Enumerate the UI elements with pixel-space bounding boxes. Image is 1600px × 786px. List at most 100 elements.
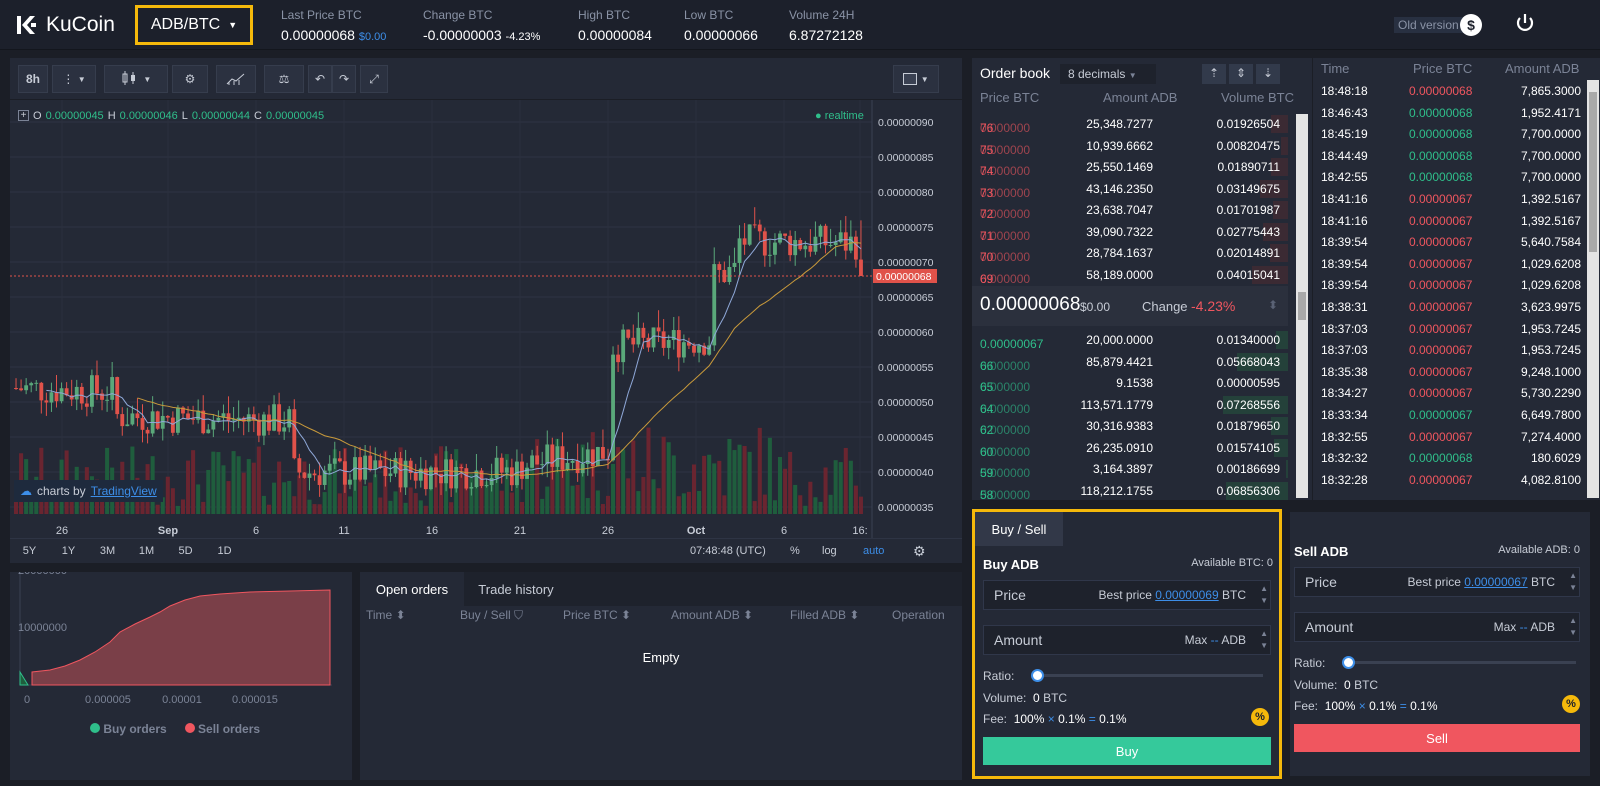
fee-discount-icon[interactable]: % [1251, 708, 1269, 726]
bid-row[interactable]: 0.000000 58 118,212.1755 0.06856306 [972, 480, 1288, 502]
trade-row: 18:38:31 0.00000067 3,623.9975 [1313, 296, 1585, 318]
trades-scrollbar[interactable] [1587, 80, 1599, 498]
screenshot-button[interactable]: ▼ [893, 65, 939, 93]
view-both-icon[interactable]: ⇕ [1229, 64, 1253, 84]
auto-toggle[interactable]: auto [863, 545, 884, 557]
ratio-slider[interactable] [1031, 669, 1263, 682]
trade-time: 18:39:54 [1321, 278, 1368, 293]
price-chart[interactable]: 0.00000090 0.00000085 0.00000080 0.00000075… [10, 100, 962, 563]
old-version-link[interactable]: Old version [1394, 17, 1463, 33]
order-amount: 30,316.9383 [1086, 419, 1153, 433]
redo-icon[interactable]: ↷ [332, 65, 356, 93]
buy-price-input[interactable]: Price Best price 0.00000069 BTC ▲ ▼ [983, 580, 1271, 610]
best-price-link[interactable]: 0.00000067 [1464, 575, 1527, 589]
bid-row[interactable]: 0.000000 62 30,316.9383 0.01879650 [972, 415, 1288, 437]
fee-row: Fee: 100% × 0.1% = 0.1% [1294, 699, 1438, 713]
stepper-icon[interactable]: ▲ ▼ [1260, 628, 1268, 652]
ask-row[interactable]: 0.000000 73 43,146.2350 0.03149675 [972, 178, 1288, 200]
buy-amount-input[interactable]: Amount Max -- ADB ▲ ▼ [983, 625, 1271, 655]
best-price-link[interactable]: 0.00000069 [1155, 588, 1218, 602]
ask-row[interactable]: 0.000000 71 39,090.7322 0.02775443 [972, 221, 1288, 243]
ask-row[interactable]: 0.000000 72 23,638.7047 0.01701987 [972, 199, 1288, 221]
buy-button[interactable]: Buy [983, 737, 1271, 765]
candle [444, 459, 449, 484]
col-amount[interactable]: Amount ADB [671, 608, 740, 622]
fee-discount-icon[interactable]: % [1562, 695, 1580, 713]
view-asks-icon[interactable]: ⇡ [1202, 64, 1226, 84]
bid-row[interactable]: 0.000000 66 85,879.4421 0.05668043 [972, 351, 1288, 373]
tab-open-orders[interactable]: Open orders [360, 572, 464, 606]
stepper-icon[interactable]: ▲ ▼ [1569, 615, 1577, 639]
range-1m[interactable]: 1M [127, 545, 166, 557]
price-tick: 0.00000060 [878, 327, 934, 339]
bid-row[interactable]: 0.00000067 20,000.0000 0.01340000 [972, 329, 1288, 351]
logo[interactable]: KuCoin [14, 12, 115, 38]
orderbook-scrollbar[interactable] [1296, 114, 1308, 498]
ohlc-close: 0.00000045 [265, 110, 325, 122]
volume-bar [337, 493, 342, 514]
gear-icon[interactable]: ⚙ [913, 543, 926, 560]
sort-icon[interactable]: ⬍ [1268, 298, 1278, 312]
bid-row[interactable]: 0.000000 65 9.1538 0.00000595 [972, 372, 1288, 394]
max-link[interactable]: -- [1211, 633, 1219, 647]
tab-buy-sell[interactable]: Buy / Sell [975, 512, 1063, 546]
view-bids-icon[interactable]: ⇣ [1256, 64, 1280, 84]
power-icon[interactable] [1514, 12, 1536, 37]
ask-row[interactable]: 0.000000 76 25,348.7277 0.01926504 [972, 113, 1288, 135]
plus-icon[interactable]: + [18, 110, 29, 121]
indicators-icon[interactable] [216, 65, 256, 93]
pair-selector[interactable]: ADB/BTC ▼ [135, 5, 253, 45]
date-tick: 26 [56, 525, 68, 537]
bid-row[interactable]: 0.000000 60 26,235.0910 0.01574105 [972, 437, 1288, 459]
col-side[interactable]: Buy / Sell [460, 608, 511, 622]
sort-icon[interactable]: ⬍ [849, 608, 859, 622]
undo-icon[interactable]: ↶ [308, 65, 332, 93]
trade-row: 18:39:54 0.00000067 1,029.6208 [1313, 274, 1585, 296]
sell-price-input[interactable]: Price Best price 0.00000067 BTC ▲ ▼ [1294, 567, 1580, 597]
sort-icon[interactable]: ⬍ [621, 608, 631, 622]
ask-row[interactable]: 0.000000 69 58,189.0000 0.04015041 [972, 264, 1288, 286]
col-time[interactable]: Time [366, 608, 392, 622]
ask-row[interactable]: 0.000000 75 10,939.6662 0.00820475 [972, 135, 1288, 157]
settings-icon[interactable]: ⚙ [172, 65, 208, 93]
filter-icon[interactable]: ⛉ [514, 608, 523, 622]
col-price[interactable]: Price BTC [563, 608, 618, 622]
slider-thumb[interactable] [1342, 656, 1355, 669]
percent-toggle[interactable]: % [790, 545, 800, 557]
ratio-slider[interactable] [1342, 656, 1576, 669]
range-5y[interactable]: 5Y [10, 545, 49, 557]
range-1y[interactable]: 1Y [49, 545, 88, 557]
log-toggle[interactable]: log [822, 545, 837, 557]
sort-icon[interactable]: ⬍ [743, 608, 753, 622]
dollar-icon[interactable]: $ [1460, 14, 1482, 36]
ask-row[interactable]: 0.000000 70 28,784.1637 0.02014891 [972, 242, 1288, 264]
max-link[interactable]: -- [1520, 620, 1528, 634]
stepper-icon[interactable]: ▲ ▼ [1569, 570, 1577, 594]
chart-type-button[interactable]: ▼ [104, 65, 168, 93]
candle [762, 231, 767, 256]
fullscreen-icon[interactable]: ⤢ [360, 65, 388, 93]
range-5d[interactable]: 5D [166, 545, 205, 557]
bid-row[interactable]: 0.000000 64 113,571.1779 0.07268556 [972, 394, 1288, 416]
candle [262, 414, 266, 436]
stepper-icon[interactable]: ▲ ▼ [1260, 583, 1268, 607]
slider-thumb[interactable] [1031, 669, 1044, 682]
col-filled[interactable]: Filled ADB [790, 608, 846, 622]
tab-trade-history[interactable]: Trade history [464, 572, 568, 606]
sort-icon[interactable]: ⬍ [396, 608, 406, 622]
tradingview-link[interactable]: TradingView [91, 484, 157, 498]
interval-menu-button[interactable]: ⋮ ▼ [52, 65, 96, 93]
ask-row[interactable]: 0.000000 74 25,550.1469 0.01890711 [972, 156, 1288, 178]
sell-amount-input[interactable]: Amount Max -- ADB ▲ ▼ [1294, 612, 1580, 642]
stat-value: 0.00000068 [281, 27, 355, 43]
tradingview-badge[interactable]: ☁ charts by TradingView [14, 480, 163, 502]
range-3m[interactable]: 3M [88, 545, 127, 557]
bid-row[interactable]: 0.000000 59 3,164.3897 0.00186699 [972, 458, 1288, 480]
decimals-select[interactable]: 8 decimals ▼ [1060, 64, 1156, 84]
trade-price: 0.00000067 [1409, 343, 1473, 358]
compare-icon[interactable]: ⚖ [264, 65, 304, 93]
range-1d[interactable]: 1D [205, 545, 244, 557]
interval-button[interactable]: 8h [18, 65, 48, 93]
trade-amount: 7,700.0000 [1520, 127, 1581, 142]
sell-button[interactable]: Sell [1294, 724, 1580, 752]
